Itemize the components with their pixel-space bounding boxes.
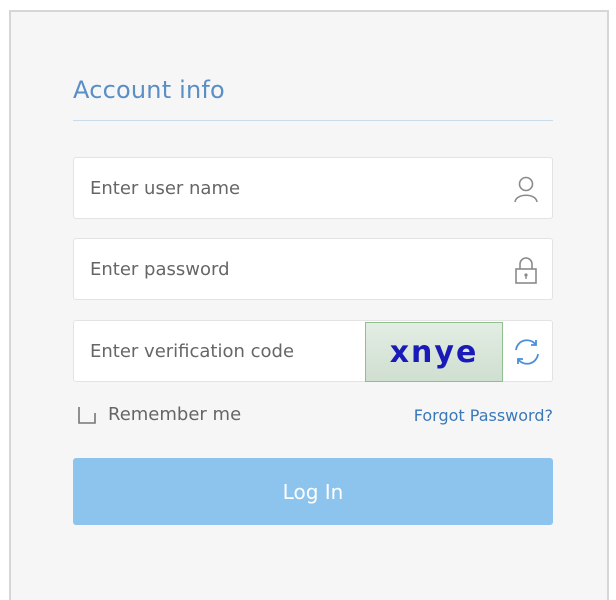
captcha-image: xnye — [365, 322, 503, 382]
remember-me-checkbox[interactable] — [78, 406, 96, 424]
login-button[interactable]: Log In — [73, 458, 553, 525]
remember-me-toggle[interactable]: Remember me — [78, 404, 241, 425]
verification-field-wrapper: xnye — [73, 320, 553, 382]
password-field-wrapper — [73, 238, 553, 300]
form-title: Account info — [73, 76, 225, 104]
remember-me-label: Remember me — [108, 404, 242, 425]
username-input[interactable] — [74, 158, 552, 218]
username-field-wrapper — [73, 157, 553, 219]
forgot-password-link[interactable]: Forgot Password? — [414, 406, 553, 425]
password-input[interactable] — [74, 239, 552, 299]
user-icon — [514, 176, 538, 203]
title-divider — [73, 120, 553, 121]
captcha-text: xnye — [389, 334, 479, 370]
verification-code-input[interactable] — [74, 321, 364, 381]
refresh-icon[interactable] — [510, 335, 544, 369]
lock-icon — [515, 257, 537, 284]
